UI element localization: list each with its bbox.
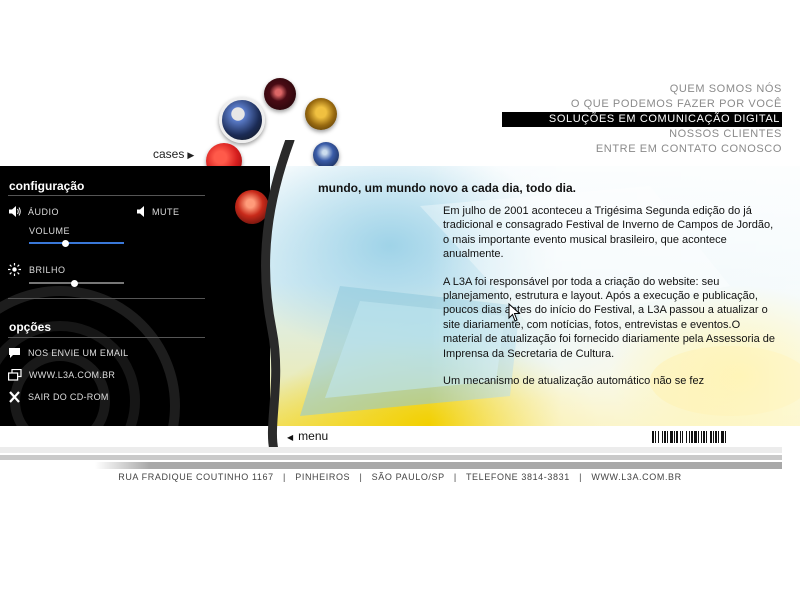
options-title: opções (9, 320, 52, 334)
back-arrow-icon: ◀ (287, 433, 294, 442)
content-paragraph: Um mecanismo de atualização automático n… (443, 375, 705, 388)
barcode-bar (662, 431, 663, 443)
nav-item-o-que-podemos[interactable]: O QUE PODEMOS FAZER POR VOCÊ (502, 97, 782, 112)
mute-speaker-icon (137, 206, 144, 217)
barcode-bar (686, 431, 687, 443)
barcode-bar (725, 431, 726, 443)
cases-link[interactable]: cases ▶ (153, 147, 194, 161)
volume-slider-thumb[interactable] (61, 239, 69, 247)
barcode-bar (701, 431, 702, 443)
divider (8, 195, 205, 196)
decorative-band (0, 447, 782, 453)
exit-cdrom-link[interactable]: SAIR DO CD-ROM (8, 390, 109, 404)
nav-item-contato[interactable]: ENTRE EM CONTATO CONOSCO (502, 142, 782, 157)
divider (8, 298, 205, 299)
windows-icon (8, 369, 22, 381)
play-arrow-icon: ▶ (187, 150, 195, 160)
barcode-bar (655, 431, 656, 443)
case-thumbnail-piano[interactable] (264, 78, 296, 110)
barcode-bar (689, 431, 690, 443)
barcode-bar (703, 431, 705, 443)
brightness-icon (8, 263, 21, 276)
barcode-bar (652, 431, 654, 443)
nav-item-solucoes[interactable]: SOLUÇÕES EM COMUNICAÇÃO DIGITAL (502, 112, 782, 127)
speaker-icon (9, 206, 21, 217)
config-panel: configuração ÁUDIO MUTE VOLUME BRILHO op… (0, 166, 270, 426)
brightness-slider-thumb[interactable] (71, 279, 79, 287)
content-body: Em julho de 2001 aconteceu a Trigésima S… (443, 204, 778, 401)
volume-slider[interactable] (29, 242, 124, 244)
content-headline: mundo, um mundo novo a cada dia, todo di… (318, 181, 577, 195)
mute-toggle[interactable]: MUTE (137, 206, 180, 217)
barcode-bar (664, 431, 666, 443)
close-icon (9, 391, 20, 403)
menu-link[interactable]: ◀ menu (287, 429, 328, 443)
barcode-bar (694, 431, 697, 443)
barcode-bar (674, 431, 675, 443)
mute-label: MUTE (152, 206, 180, 217)
barcode-bar (691, 431, 693, 443)
top-navigation: QUEM SOMOS NÓS O QUE PODEMOS FAZER POR V… (502, 82, 782, 157)
content-paragraph: A L3A foi responsável por toda a criação… (443, 275, 776, 360)
barcode-bar (721, 431, 724, 443)
audio-label: ÁUDIO (28, 206, 60, 217)
hero-image: mundo, um mundo novo a cada dia, todo di… (270, 166, 800, 426)
decorative-band (95, 462, 782, 469)
website-link[interactable]: WWW.L3A.COM.BR (8, 368, 115, 382)
website-link-label: WWW.L3A.COM.BR (29, 370, 116, 380)
barcode-bar (670, 431, 673, 443)
barcode-bar (706, 431, 707, 443)
case-thumbnail-laptop[interactable] (219, 97, 265, 143)
email-link-label: NOS ENVIE UM EMAIL (28, 348, 129, 358)
barcode-bar (682, 431, 683, 443)
barcode-bar (715, 431, 717, 443)
mouse-cursor-icon (508, 303, 521, 322)
footer-address: RUA FRADIQUE COUTINHO 1167 | PINHEIROS |… (118, 472, 682, 482)
case-thumbnail-face[interactable] (305, 98, 337, 130)
cases-label: cases (153, 147, 185, 161)
volume-label: VOLUME (29, 226, 71, 236)
case-thumbnail-globe[interactable] (313, 142, 339, 168)
brightness-label: BRILHO (29, 265, 66, 275)
divider (8, 337, 205, 338)
barcode-bar (676, 431, 678, 443)
barcode-bar (667, 431, 668, 443)
barcode-bar (710, 431, 712, 443)
speech-bubble-icon (9, 348, 20, 358)
nav-item-quem-somos[interactable]: QUEM SOMOS NÓS (502, 82, 782, 97)
email-link[interactable]: NOS ENVIE UM EMAIL (8, 346, 128, 360)
curved-divider (261, 140, 295, 452)
barcode-bar (680, 431, 681, 443)
audio-toggle[interactable]: ÁUDIO (9, 206, 59, 217)
config-title: configuração (9, 179, 85, 193)
nav-item-clientes[interactable]: NOSSOS CLIENTES (502, 127, 782, 142)
content-paragraph: Em julho de 2001 aconteceu a Trigésima S… (443, 205, 774, 261)
barcode-bar (698, 431, 699, 443)
decorative-band (0, 455, 782, 460)
barcode-bar (718, 431, 719, 443)
menu-label: menu (298, 429, 329, 443)
barcode-decoration (652, 431, 726, 443)
exit-cdrom-label: SAIR DO CD-ROM (28, 392, 109, 402)
barcode-bar (658, 431, 659, 443)
barcode-bar (713, 431, 714, 443)
